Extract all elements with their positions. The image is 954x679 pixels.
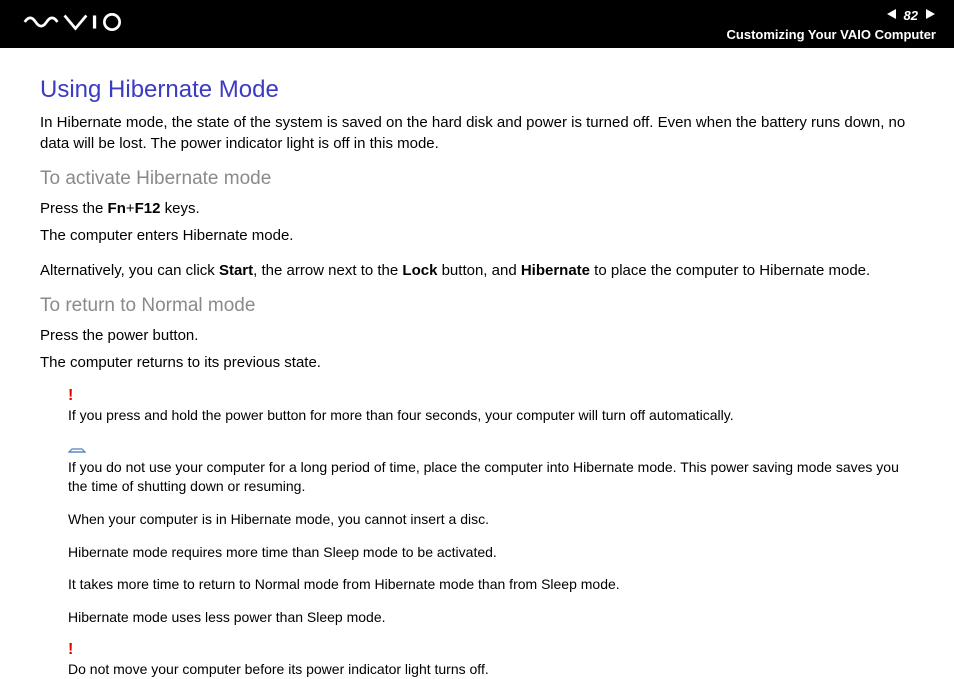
return-heading: To return to Normal mode [40,295,914,317]
page-nav: 82 [886,7,936,25]
info1-text: If you do not use your computer for a lo… [68,458,914,496]
vaio-logo [22,11,142,38]
content-area: Using Hibernate Mode In Hibernate mode, … [0,48,954,679]
section-title: Customizing Your VAIO Computer [727,27,936,42]
return-line1: Press the power button. [40,325,914,346]
warning-icon: ! [68,641,914,659]
info5-text: Hibernate mode uses less power than Slee… [68,608,914,627]
main-heading: Using Hibernate Mode [40,76,914,104]
return-line2: The computer returns to its previous sta… [40,352,914,373]
activate-line1: Press the Fn+F12 keys. [40,198,914,219]
warning2-text: Do not move your computer before its pow… [68,660,914,679]
info2-text: When your computer is in Hibernate mode,… [68,510,914,529]
next-page-icon[interactable] [924,7,936,25]
warning1-text: If you press and hold the power button f… [68,406,914,425]
warning-icon: ! [68,387,914,405]
activate-heading: To activate Hibernate mode [40,168,914,190]
activate-line3: Alternatively, you can click Start, the … [40,260,914,281]
notes-block: ! If you press and hold the power button… [40,387,914,679]
info4-text: It takes more time to return to Normal m… [68,575,914,594]
activate-line2: The computer enters Hibernate mode. [40,225,914,246]
intro-paragraph: In Hibernate mode, the state of the syst… [40,112,914,154]
header-right: 82 Customizing Your VAIO Computer [727,7,936,42]
page-number: 82 [904,8,918,23]
prev-page-icon[interactable] [886,7,898,25]
header-bar: 82 Customizing Your VAIO Computer [0,0,954,48]
pencil-icon [68,439,88,457]
info3-text: Hibernate mode requires more time than S… [68,543,914,562]
